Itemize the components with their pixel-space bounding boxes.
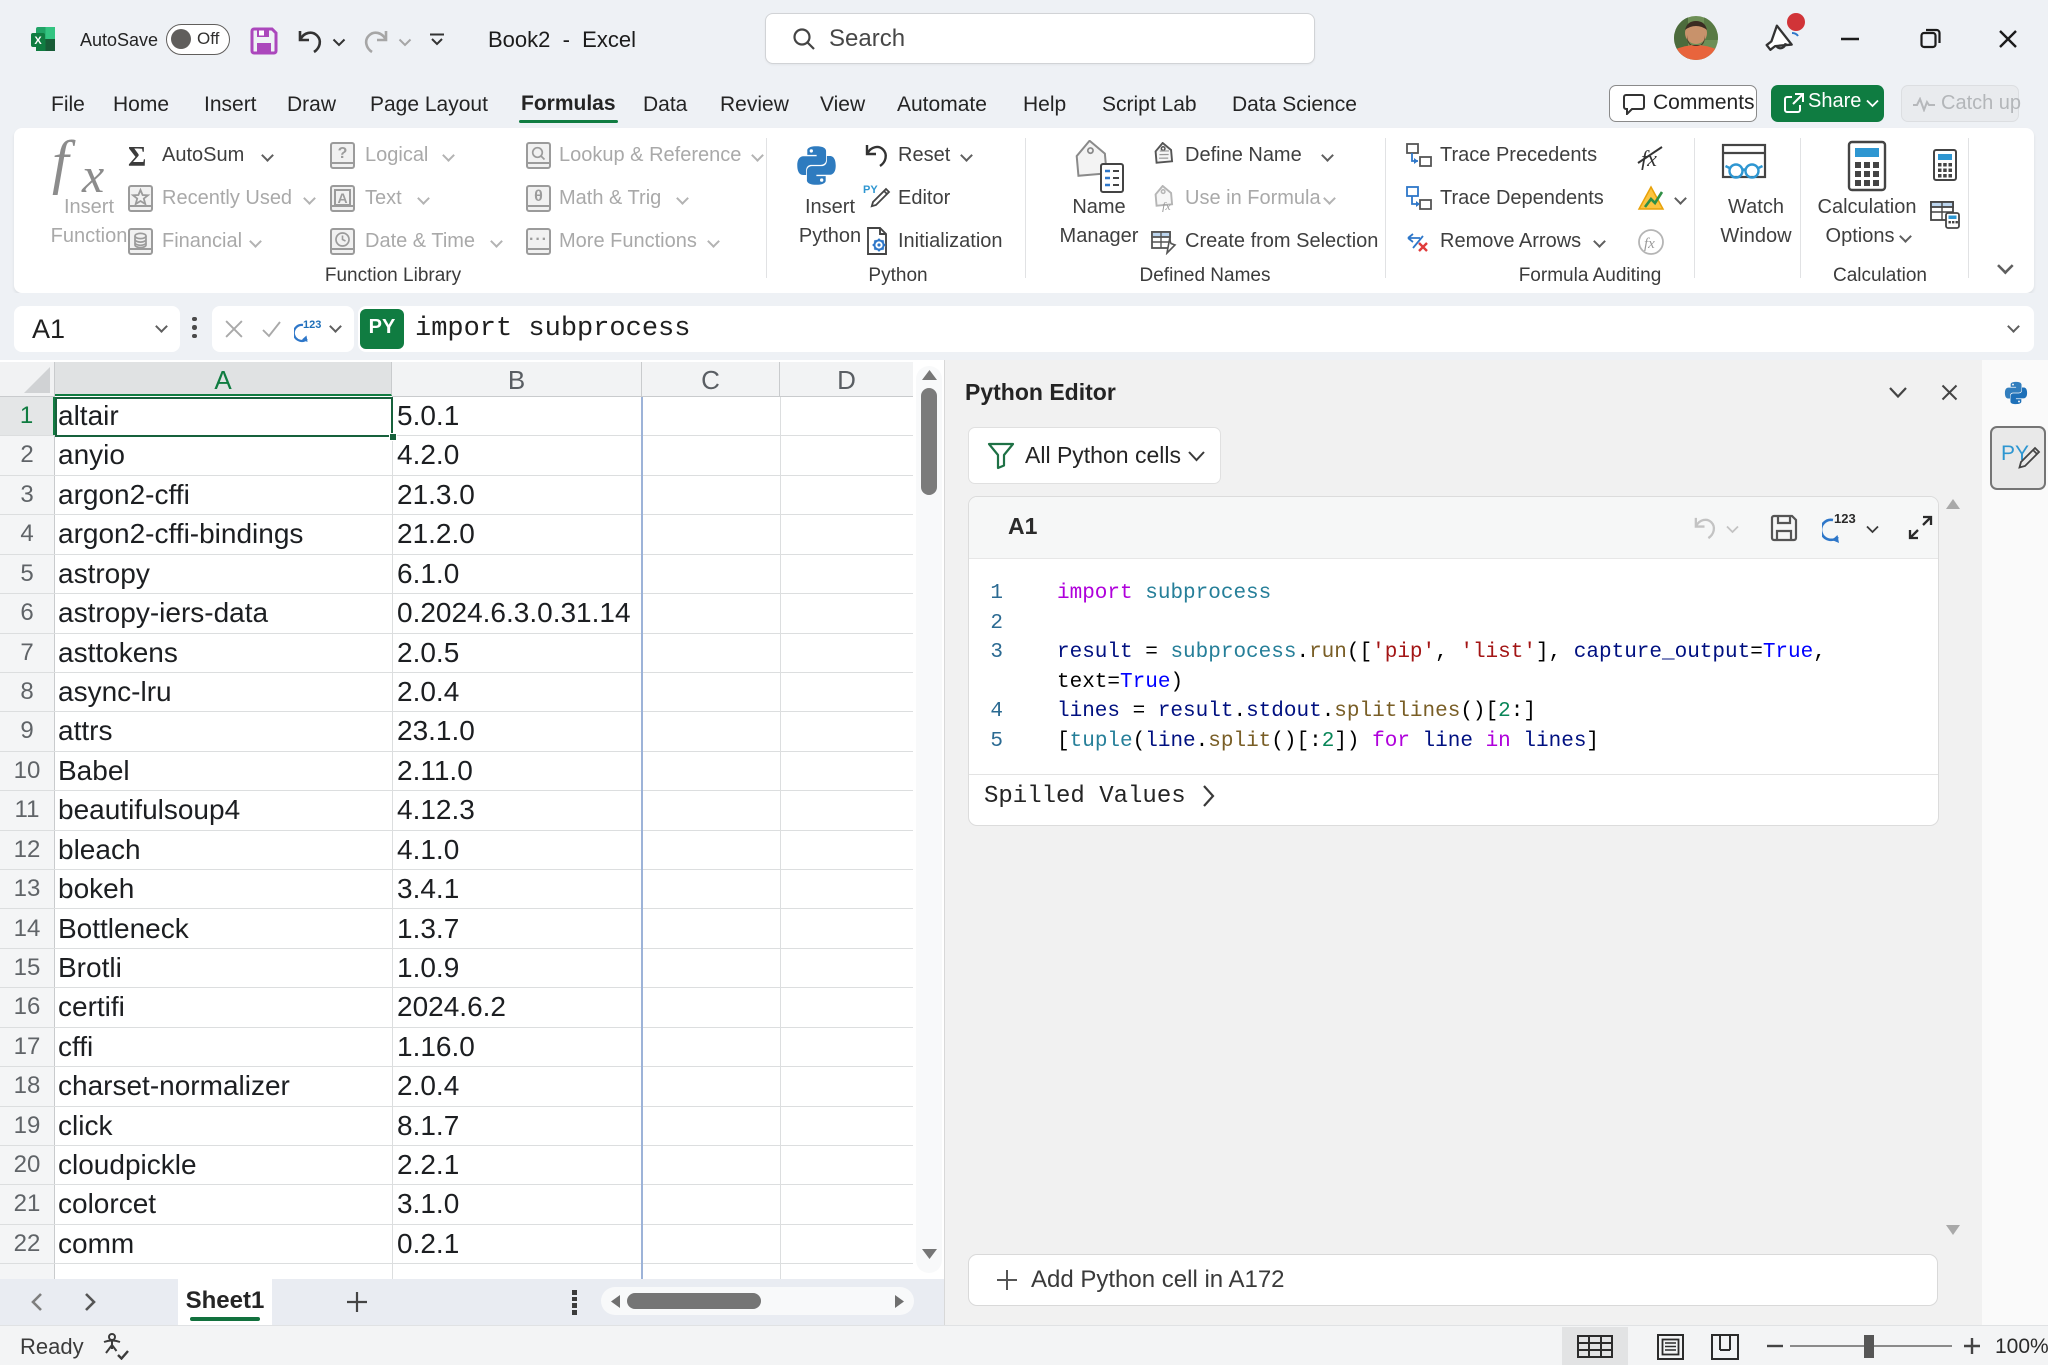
svg-text:123: 123 [1834, 511, 1856, 526]
svg-text:fx: fx [1162, 199, 1171, 212]
svg-text:X: X [34, 35, 42, 47]
svg-text:PY: PY [863, 184, 878, 196]
svg-text:fx: fx [1644, 236, 1655, 252]
svg-text:123: 123 [303, 319, 321, 331]
svg-text:fx: fx [1641, 146, 1657, 170]
svg-text:f: f [52, 136, 76, 195]
svg-text:x: x [81, 147, 104, 200]
